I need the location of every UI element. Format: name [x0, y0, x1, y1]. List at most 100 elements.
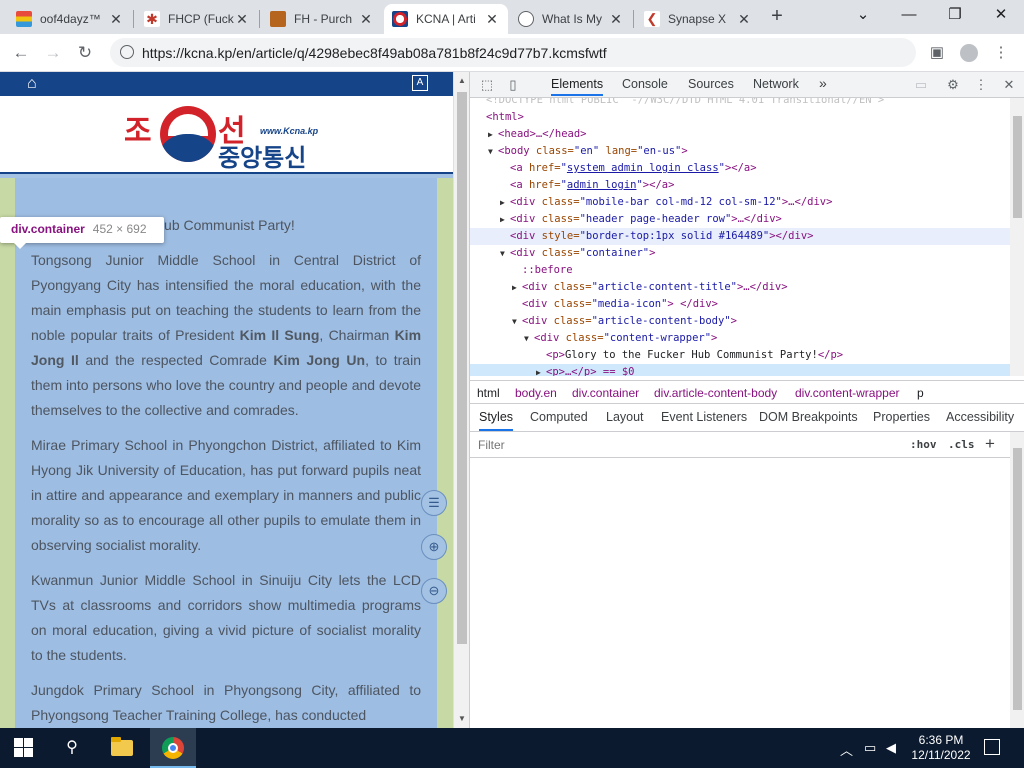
breadcrumb-container[interactable]: div.container: [572, 386, 639, 400]
search-icon[interactable]: ⚲: [50, 733, 94, 763]
tab-oof4dayz[interactable]: oof4dayz™ ✕: [8, 4, 132, 34]
breadcrumb-p[interactable]: p: [917, 386, 924, 400]
close-tab-icon[interactable]: ✕: [358, 11, 374, 28]
network-icon[interactable]: ▭: [864, 740, 876, 756]
dom-node[interactable]: ▼ <body class="en" lang="en-us">: [470, 143, 1010, 160]
more-tabs-icon[interactable]: »: [819, 75, 827, 91]
scrollbar-thumb[interactable]: [1013, 116, 1022, 218]
close-window-button[interactable]: ✕: [978, 0, 1024, 30]
tab-network[interactable]: Network: [753, 77, 799, 91]
menu-kebab-icon[interactable]: ⋮: [990, 42, 1012, 64]
translate-icon[interactable]: A: [412, 75, 428, 91]
tab-computed[interactable]: Computed: [530, 410, 588, 424]
minimize-button[interactable]: —: [886, 0, 932, 30]
hover-state-toggle[interactable]: :hov: [910, 438, 937, 451]
filter-input[interactable]: Filter: [478, 438, 505, 452]
collapse-triangle-icon[interactable]: ▼: [512, 313, 522, 330]
dom-node[interactable]: ▶ <div class="header page-header row">…</…: [470, 211, 1010, 228]
dom-node[interactable]: ▶ <head>…</head>: [470, 126, 1010, 143]
profile-avatar-icon[interactable]: [958, 42, 980, 64]
list-icon[interactable]: ☰: [421, 490, 447, 516]
collapse-triangle-icon[interactable]: ▼: [500, 245, 510, 262]
breadcrumb-html[interactable]: html: [477, 386, 500, 400]
breadcrumb-content-wrapper[interactable]: div.content-wrapper: [795, 386, 900, 400]
zoom-out-icon[interactable]: ⊖: [421, 578, 447, 604]
tab-styles[interactable]: Styles: [479, 410, 514, 431]
tab-kcna[interactable]: KCNA | Arti ✕: [384, 4, 508, 34]
settings-gear-icon[interactable]: ⚙: [944, 76, 962, 94]
tab-event-listeners[interactable]: Event Listeners: [661, 410, 747, 424]
system-clock[interactable]: 6:36 PM 12/11/2022: [906, 733, 976, 763]
close-devtools-icon[interactable]: ✕: [1000, 76, 1018, 94]
dom-node[interactable]: <a href="admin login"></a>: [470, 177, 1010, 194]
volume-icon[interactable]: ◀: [886, 740, 896, 756]
dom-node[interactable]: <!DOCTYPE html PUBLIC "-//W3C//DTD HTML …: [470, 98, 1010, 109]
tab-elements[interactable]: Elements: [551, 77, 604, 96]
collapse-triangle-icon[interactable]: ▼: [488, 143, 498, 160]
dom-node[interactable]: <a href="system admin login class"></a>: [470, 160, 1010, 177]
dom-node[interactable]: ▼ <div class="article-content-body">: [470, 313, 1010, 330]
device-toolbar-icon[interactable]: ▯: [504, 76, 522, 94]
breadcrumb-article-content-body[interactable]: div.article-content-body: [654, 386, 777, 400]
issues-icon[interactable]: ▭: [912, 76, 930, 94]
expand-triangle-icon[interactable]: ▶: [500, 211, 510, 228]
file-explorer-icon[interactable]: [100, 733, 144, 763]
dom-node[interactable]: ::before: [470, 262, 1010, 279]
tray-chevron-icon[interactable]: ︿: [840, 740, 853, 759]
inspect-element-icon[interactable]: ⬚: [478, 76, 496, 94]
kcna-logo[interactable]: 조 선 중앙통신 www.Kcna.kp: [120, 102, 340, 172]
devtools-menu-icon[interactable]: ⋮: [972, 76, 990, 94]
url-text[interactable]: https://kcna.kp/en/article/q/4298ebec8f4…: [142, 45, 607, 61]
collapse-triangle-icon[interactable]: ▼: [524, 330, 534, 347]
dom-node[interactable]: <html>: [470, 109, 1010, 126]
dom-node[interactable]: ▼ <div class="content-wrapper">: [470, 330, 1010, 347]
close-tab-icon[interactable]: ✕: [608, 11, 624, 28]
dom-node[interactable]: ▶ <div class="article-content-title">…</d…: [470, 279, 1010, 296]
page-scrollbar[interactable]: ▲ ▼: [453, 72, 469, 728]
tab-console[interactable]: Console: [622, 77, 668, 91]
close-tab-icon[interactable]: ✕: [108, 11, 124, 28]
tab-properties[interactable]: Properties: [873, 410, 930, 424]
dom-node[interactable]: ▶ <div class="mobile-bar col-md-12 col-sm…: [470, 194, 1010, 211]
tab-sources[interactable]: Sources: [688, 77, 734, 91]
expand-triangle-icon[interactable]: ▶: [512, 279, 522, 296]
expand-triangle-icon[interactable]: ▶: [500, 194, 510, 211]
maximize-button[interactable]: ❐: [932, 0, 978, 30]
site-info-icon[interactable]: [120, 45, 134, 59]
tab-fhcp[interactable]: ✱ FHCP (Fuck ✕: [136, 4, 258, 34]
dom-scrollbar[interactable]: [1010, 98, 1024, 376]
expand-triangle-icon[interactable]: ▶: [536, 364, 546, 376]
address-bar[interactable]: https://kcna.kp/en/article/q/4298ebec8f4…: [110, 38, 916, 67]
new-tab-button[interactable]: +: [766, 5, 788, 29]
class-toggle[interactable]: .cls: [948, 438, 975, 451]
tab-what-is-my[interactable]: What Is My ✕: [510, 4, 632, 34]
breadcrumb-body[interactable]: body.en: [515, 386, 557, 400]
close-tab-icon[interactable]: ✕: [736, 11, 752, 28]
home-icon[interactable]: ⌂: [27, 75, 37, 93]
dom-node[interactable]: <p>Glory to the Fucker Hub Communist Par…: [470, 347, 1010, 364]
tab-dom-breakpoints[interactable]: DOM Breakpoints: [759, 410, 858, 424]
zoom-in-icon[interactable]: ⊕: [421, 534, 447, 560]
reload-button[interactable]: ↻: [74, 42, 96, 64]
tab-fh-purchase[interactable]: FH - Purch ✕: [262, 4, 382, 34]
chrome-taskbar-button[interactable]: [150, 728, 196, 768]
close-tab-icon[interactable]: ✕: [234, 11, 250, 28]
back-button[interactable]: ←: [10, 42, 32, 64]
forward-button[interactable]: →: [42, 42, 64, 64]
tab-search-button[interactable]: ⌄: [840, 0, 886, 30]
dom-node-hovered[interactable]: <div style="border-top:1px solid #164489…: [470, 228, 1010, 245]
side-panel-icon[interactable]: ▣: [926, 42, 948, 64]
notification-icon[interactable]: [984, 739, 1000, 755]
dom-node[interactable]: <div class="media-icon"> </div>: [470, 296, 1010, 313]
windows-start-icon[interactable]: [14, 738, 33, 757]
new-style-rule-button[interactable]: +: [985, 434, 995, 454]
expand-triangle-icon[interactable]: ▶: [488, 126, 498, 143]
dom-node-selected[interactable]: ▶ <p>…</p> == $0: [470, 364, 1010, 376]
close-tab-icon[interactable]: ✕: [484, 11, 500, 28]
tab-layout[interactable]: Layout: [606, 410, 644, 424]
scrollbar-thumb[interactable]: [457, 92, 467, 644]
scrollbar-thumb[interactable]: [1013, 448, 1022, 710]
dom-node[interactable]: ▼ <div class="container">: [470, 245, 1010, 262]
styles-scrollbar[interactable]: [1010, 432, 1024, 728]
tab-synapse[interactable]: ❮ Synapse X ✕: [636, 4, 760, 34]
